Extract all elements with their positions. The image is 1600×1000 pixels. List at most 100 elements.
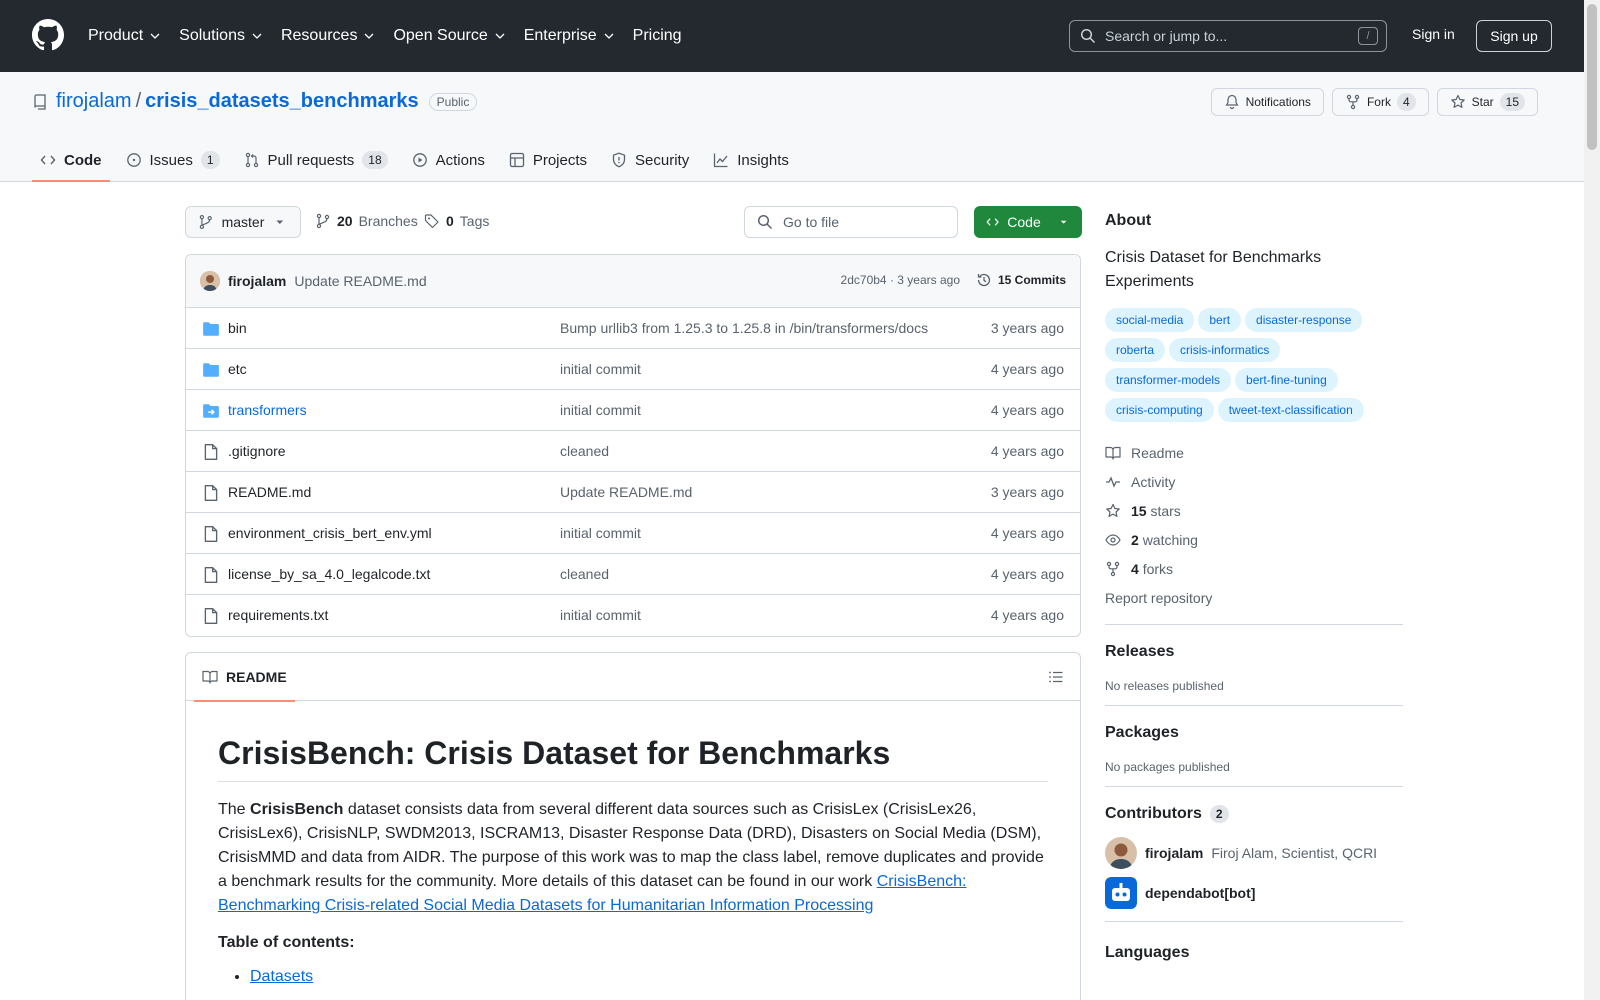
file-name-link[interactable]: .gitignore — [228, 443, 286, 459]
tags-link[interactable]: 0 Tags — [424, 213, 489, 229]
contributors-heading[interactable]: Contributors 2 — [1105, 805, 1403, 823]
search-input[interactable]: Search or jump to... / — [1069, 20, 1387, 52]
about-heading: About — [1105, 212, 1152, 229]
code-icon — [40, 155, 56, 165]
repo-header: firojalam / crisis_datasets_benchmarks P… — [0, 72, 1584, 182]
nav-open-source[interactable]: Open Source — [393, 27, 505, 45]
file-commit-message[interactable]: initial commit — [560, 361, 641, 377]
file-commit-date: 3 years ago — [990, 484, 1064, 500]
topic-tag[interactable]: transformer-models — [1105, 368, 1232, 392]
topic-tag[interactable]: crisis-computing — [1105, 398, 1214, 422]
file-commit-message[interactable]: initial commit — [560, 607, 641, 623]
forks-link[interactable]: 4 forks — [1105, 554, 1403, 583]
star-icon — [1450, 94, 1465, 108]
tab-code[interactable]: Code — [32, 138, 110, 182]
nav-pricing[interactable]: Pricing — [633, 27, 682, 45]
topic-tag[interactable]: bert-fine-tuning — [1235, 368, 1338, 392]
tab-insights[interactable]: Insights — [705, 138, 797, 182]
tab-pull-requests-label: Pull requests — [267, 151, 355, 169]
tab-security[interactable]: Security — [603, 138, 697, 182]
releases-heading[interactable]: Releases — [1105, 643, 1403, 661]
file-commit-message[interactable]: cleaned — [560, 566, 609, 582]
languages-section: Languages — [1105, 921, 1403, 962]
avatar[interactable] — [200, 271, 220, 291]
go-to-file-input[interactable]: Go to file — [744, 206, 958, 238]
file-name-link[interactable]: bin — [228, 320, 247, 336]
forks-count: 4 — [1131, 560, 1139, 577]
file-name-link[interactable]: requirements.txt — [228, 607, 328, 623]
nav-product[interactable]: Product — [88, 27, 161, 45]
page-scrollbar[interactable] — [1584, 0, 1600, 1000]
file-commit-message[interactable]: Bump urllib3 from 1.25.3 to 1.25.8 in /b… — [560, 320, 928, 336]
tab-issues[interactable]: Issues 1 — [118, 138, 228, 182]
commit-hash[interactable]: 2dc70b4 — [841, 273, 887, 287]
topic-tag[interactable]: tweet-text-classification — [1217, 398, 1364, 422]
branches-link[interactable]: 20 Branches — [315, 213, 418, 229]
file-name-link[interactable]: transformers — [228, 402, 307, 418]
commits-history-link[interactable]: 15 Commits — [976, 272, 1066, 288]
file-commit-message[interactable]: initial commit — [560, 402, 641, 418]
list-icon[interactable] — [1048, 669, 1064, 685]
nav-pricing-label: Pricing — [632, 27, 682, 44]
nav-solutions[interactable]: Solutions — [179, 27, 263, 45]
file-commit-date: 4 years ago — [990, 443, 1064, 459]
repo-owner-link[interactable]: firojalam — [56, 90, 132, 113]
repo-name-link[interactable]: crisis_datasets_benchmarks — [145, 90, 419, 113]
report-repository-link[interactable]: Report repository — [1105, 583, 1403, 612]
topic-tag[interactable]: social-media — [1105, 308, 1195, 332]
file-row[interactable]: etc initial commit 4 years ago — [186, 349, 1080, 390]
tab-projects[interactable]: Projects — [501, 138, 595, 182]
book-icon — [202, 670, 218, 684]
tab-pull-requests-count: 18 — [362, 151, 388, 169]
fork-button[interactable]: Fork 4 — [1331, 88, 1429, 116]
notifications-button[interactable]: Notifications — [1210, 88, 1324, 116]
topic-tag[interactable]: disaster-response — [1245, 308, 1363, 332]
contributor-item[interactable]: dependabot[bot] — [1105, 877, 1403, 909]
scrollbar-thumb[interactable] — [1587, 4, 1597, 150]
file-row[interactable]: requirements.txt initial commit 4 years ag… — [186, 595, 1080, 636]
readme-tab[interactable]: README — [194, 653, 295, 702]
tab-pull-requests[interactable]: Pull requests 18 — [236, 138, 396, 182]
activity-link-label: Activity — [1131, 473, 1176, 490]
code-dropdown-button[interactable]: Code — [974, 206, 1082, 238]
topic-tag[interactable]: bert — [1198, 308, 1242, 332]
file-row[interactable]: environment_crisis_bert_env.yml initial c… — [186, 513, 1080, 554]
file-row[interactable]: transformers initial commit 4 years ago — [186, 390, 1080, 431]
fork-label: Fork — [1366, 95, 1391, 109]
nav-enterprise[interactable]: Enterprise — [524, 27, 615, 45]
file-row[interactable]: .gitignore cleaned 4 years ago — [186, 431, 1080, 472]
github-logo-icon[interactable] — [32, 19, 64, 51]
file-row[interactable]: license_by_sa_4.0_legalcode.txt cleaned 4 … — [186, 554, 1080, 595]
file-commit-message[interactable]: cleaned — [560, 443, 609, 459]
file-commit-message[interactable]: Update README.md — [560, 484, 692, 500]
topic-tag[interactable]: crisis-informatics — [1169, 338, 1281, 362]
file-row[interactable]: README.md Update README.md 3 years ago — [186, 472, 1080, 513]
play-icon — [412, 153, 427, 167]
file-commit-message[interactable]: initial commit — [560, 525, 641, 541]
file-icon — [204, 567, 218, 583]
stars-link[interactable]: 15 stars — [1105, 496, 1403, 525]
activity-link[interactable]: Activity — [1105, 467, 1403, 496]
tab-actions[interactable]: Actions — [404, 138, 493, 182]
commit-message-link[interactable]: Update README.md — [294, 273, 426, 289]
sign-in-link[interactable]: Sign in — [1412, 26, 1455, 42]
file-icon — [204, 444, 218, 460]
commit-author-link[interactable]: firojalam — [228, 273, 286, 289]
toc-link-datasets[interactable]: Datasets — [250, 968, 313, 985]
file-name-link[interactable]: etc — [228, 361, 247, 377]
packages-heading[interactable]: Packages — [1105, 724, 1403, 742]
contributor-item[interactable]: firojalam Firoj Alam, Scientist, QCRI — [1105, 837, 1403, 869]
file-name-link[interactable]: README.md — [228, 484, 311, 500]
readme-link[interactable]: Readme — [1105, 438, 1403, 467]
watching-link[interactable]: 2 watching — [1105, 525, 1403, 554]
about-description: Crisis Dataset for Benchmarks Experiment… — [1105, 249, 1322, 290]
file-name-link[interactable]: license_by_sa_4.0_legalcode.txt — [228, 566, 430, 582]
star-button[interactable]: Star 15 — [1436, 88, 1538, 116]
branch-selector[interactable]: master — [185, 206, 301, 238]
file-row[interactable]: bin Bump urllib3 from 1.25.3 to 1.25.8 in… — [186, 308, 1080, 349]
nav-resources[interactable]: Resources — [281, 27, 375, 45]
file-name-link[interactable]: environment_crisis_bert_env.yml — [228, 525, 432, 541]
topic-tag[interactable]: roberta — [1105, 338, 1166, 362]
folder-icon — [203, 322, 219, 336]
sign-up-button[interactable]: Sign up — [1476, 20, 1552, 52]
